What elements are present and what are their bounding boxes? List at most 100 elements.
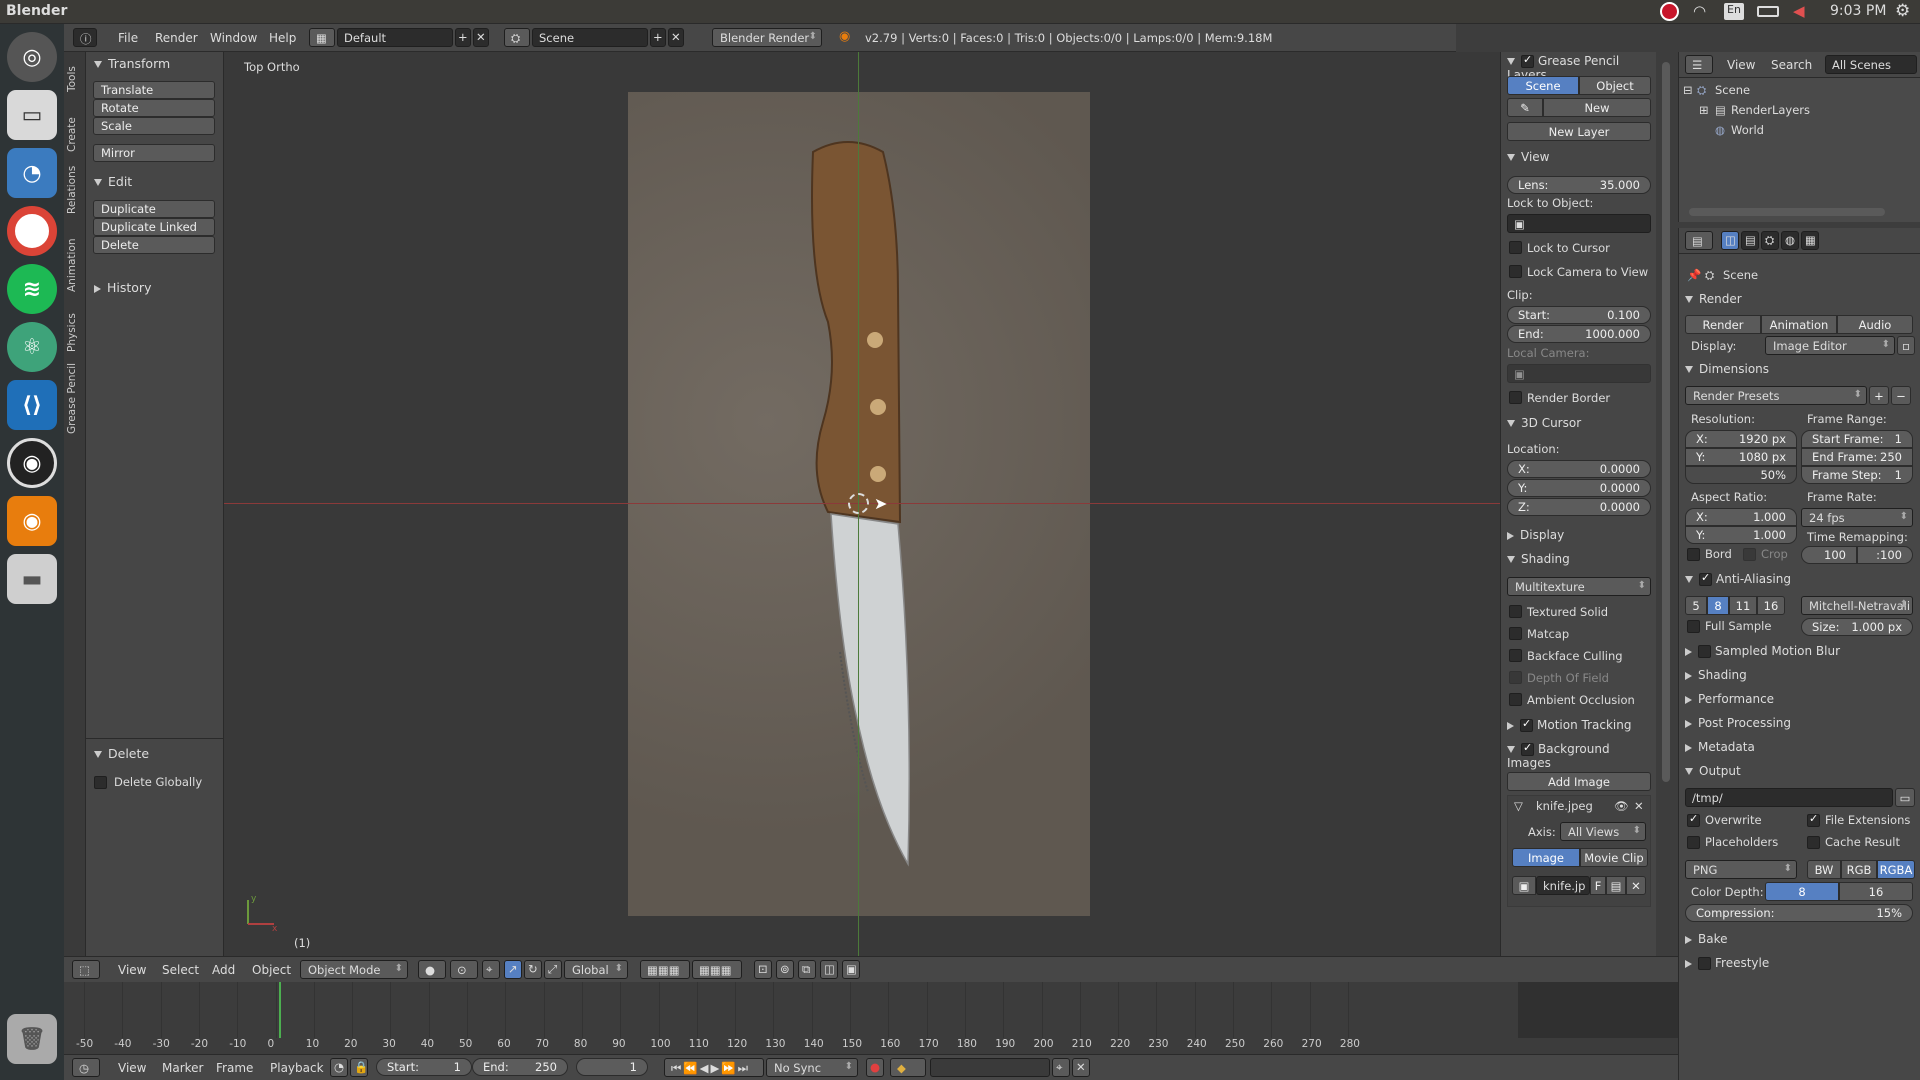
gp-new-button[interactable]: New xyxy=(1543,98,1651,117)
drive-icon[interactable]: ▬ xyxy=(7,554,57,604)
view-menu[interactable]: View xyxy=(118,963,146,977)
ubuntu-one-icon[interactable] xyxy=(1660,2,1679,21)
color-depth-16[interactable]: 16 xyxy=(1839,882,1913,901)
render-preview-icon[interactable]: ◫ xyxy=(820,960,838,979)
outliner-search-menu[interactable]: Search xyxy=(1771,58,1812,72)
delete-globally-checkbox[interactable] xyxy=(94,776,107,789)
files-icon[interactable]: ▭ xyxy=(7,90,57,140)
lock-camera-checkbox[interactable] xyxy=(1509,265,1522,278)
preview-range-icon[interactable]: ◔ xyxy=(330,1058,348,1077)
panel-bake[interactable]: Bake xyxy=(1685,932,1728,946)
border-checkbox[interactable] xyxy=(1687,548,1700,561)
file-format-select[interactable]: PNG xyxy=(1685,860,1797,879)
translate-manipulator-icon[interactable]: ↗ xyxy=(504,960,522,979)
remap-old-field[interactable]: 100 xyxy=(1801,546,1857,564)
tab-animation[interactable]: Animation xyxy=(66,238,78,292)
panel-shading[interactable]: Shading xyxy=(1507,552,1570,566)
res-y-field[interactable]: Y: 1080 px xyxy=(1685,448,1797,466)
panel-output[interactable]: Output xyxy=(1685,764,1741,778)
panel-shading[interactable]: Shading xyxy=(1685,668,1747,682)
display-select[interactable]: Image Editor xyxy=(1765,336,1895,355)
panel-metadata[interactable]: Metadata xyxy=(1685,740,1755,754)
menu-render[interactable]: Render xyxy=(155,31,198,45)
add-scene-icon[interactable]: + xyxy=(650,28,666,47)
cursor-y-field[interactable]: Y: 0.0000 xyxy=(1507,479,1651,497)
panel-anti-aliasing[interactable]: Anti-Aliasing xyxy=(1685,571,1791,586)
texture-context-icon[interactable]: ▦ xyxy=(1801,231,1819,250)
tab-grease-pencil[interactable]: Grease Pencil xyxy=(66,363,78,434)
3d-cursor-icon[interactable] xyxy=(848,493,869,514)
color-depth-8[interactable]: 8 xyxy=(1765,882,1839,901)
render-layers-context-icon[interactable]: ▤ xyxy=(1741,231,1759,250)
outliner-scene[interactable]: Scene xyxy=(1715,83,1750,97)
eye-icon[interactable]: 👁 xyxy=(1614,799,1629,813)
image-datablock-field[interactable]: knife.jp xyxy=(1536,876,1590,895)
wifi-icon[interactable]: ◠ xyxy=(1693,2,1706,20)
scene-field[interactable]: Scene xyxy=(532,28,648,47)
add-menu[interactable]: Add xyxy=(212,963,235,977)
lock-range-icon[interactable]: 🔒 xyxy=(350,1058,368,1077)
panel-freestyle[interactable]: Freestyle xyxy=(1685,956,1769,970)
fake-user-button[interactable]: F xyxy=(1590,876,1606,895)
delete-button[interactable]: Delete xyxy=(93,236,215,254)
color-mode-rgba[interactable]: RGBA xyxy=(1877,860,1915,879)
motion-tracking-checkbox[interactable] xyxy=(1520,717,1533,732)
remove-layout-icon[interactable]: ✕ xyxy=(473,28,489,47)
aa-samples-16[interactable]: 16 xyxy=(1757,596,1785,615)
outliner-display-mode[interactable]: All Scenes xyxy=(1825,55,1917,74)
pivot-point-icon[interactable]: ⊙ xyxy=(450,960,478,979)
duplicate-button[interactable]: Duplicate xyxy=(93,200,215,218)
object-menu[interactable]: Object xyxy=(252,963,291,977)
info-editor-type-icon[interactable]: ⓘ xyxy=(73,28,97,47)
panel-motion-blur[interactable]: Sampled Motion Blur xyxy=(1685,644,1840,658)
screen-layout-field[interactable]: Default xyxy=(337,28,453,47)
aa-size-field[interactable]: Size: 1.000 px xyxy=(1801,618,1913,636)
browse-folder-icon[interactable]: ▭ xyxy=(1895,788,1915,807)
properties-editor-type-icon[interactable]: ▤ xyxy=(1685,231,1713,250)
marker-menu[interactable]: Marker xyxy=(162,1061,203,1075)
spotify-icon[interactable]: ≋ xyxy=(7,264,57,314)
outliner-view-menu[interactable]: View xyxy=(1727,58,1755,72)
anti-aliasing-checkbox[interactable] xyxy=(1699,571,1712,586)
timeline-playhead[interactable] xyxy=(279,982,282,1038)
add-layout-icon[interactable]: + xyxy=(455,28,471,47)
frame-step-field[interactable]: Frame Step: 1 xyxy=(1801,466,1913,484)
aa-filter-select[interactable]: Mitchell-Netravali xyxy=(1801,596,1913,615)
npanel-scrollbar[interactable] xyxy=(1662,62,1670,782)
res-percent-field[interactable]: 50% xyxy=(1685,466,1797,484)
outliner-world[interactable]: World xyxy=(1731,123,1764,137)
frame-rate-select[interactable]: 24 fps xyxy=(1801,508,1913,527)
settings-gear-icon[interactable]: ⚙ xyxy=(1895,1,1910,21)
record-icon[interactable]: ● xyxy=(866,1058,884,1077)
output-path-field[interactable]: /tmp/ xyxy=(1685,788,1893,807)
motion-blur-checkbox[interactable] xyxy=(1698,645,1711,658)
animation-button[interactable]: Animation xyxy=(1761,315,1837,334)
panel-post-processing[interactable]: Post Processing xyxy=(1685,716,1791,730)
layers-grid-1[interactable]: ▦▦▦ xyxy=(640,960,690,979)
menu-file[interactable]: File xyxy=(118,31,138,45)
lock-object-field[interactable]: ▣ xyxy=(1507,214,1651,233)
shading-mode-select[interactable]: Multitexture xyxy=(1507,577,1651,596)
panel-performance[interactable]: Performance xyxy=(1685,692,1774,706)
timeline-start-field[interactable]: Start: 1 xyxy=(376,1058,472,1076)
panel-3d-cursor[interactable]: 3D Cursor xyxy=(1507,416,1581,430)
outliner-renderlayers[interactable]: RenderLayers xyxy=(1731,103,1810,117)
panel-edit[interactable]: Edit xyxy=(94,174,132,189)
renderlayers-expand-icon[interactable]: ⊞ xyxy=(1699,103,1709,117)
panel-background-images[interactable]: Background Images xyxy=(1507,741,1656,770)
duplicate-linked-button[interactable]: Duplicate Linked xyxy=(93,218,215,236)
playback-menu[interactable]: Playback xyxy=(270,1061,324,1075)
vscode-icon[interactable]: ⟨⟩ xyxy=(7,380,57,430)
matcap-checkbox[interactable] xyxy=(1509,627,1522,640)
3d-viewport[interactable]: Top Ortho ➤ y x (1) xyxy=(224,52,1500,956)
lock-to-cursor-checkbox[interactable] xyxy=(1509,241,1522,254)
opengl-render-icon[interactable]: ▣ xyxy=(842,960,860,979)
ao-checkbox[interactable] xyxy=(1509,693,1522,706)
sync-mode-select[interactable]: No Sync xyxy=(766,1058,858,1077)
scene-context-icon[interactable]: ⛭ xyxy=(1761,231,1779,250)
transform-orientation-select[interactable]: Global xyxy=(564,960,628,979)
outliner-scrollbar[interactable] xyxy=(1689,208,1885,216)
battery-icon[interactable] xyxy=(1757,6,1779,17)
rotate-manipulator-icon[interactable]: ↻ xyxy=(524,960,542,979)
new-layer-button[interactable]: New Layer xyxy=(1507,122,1651,141)
